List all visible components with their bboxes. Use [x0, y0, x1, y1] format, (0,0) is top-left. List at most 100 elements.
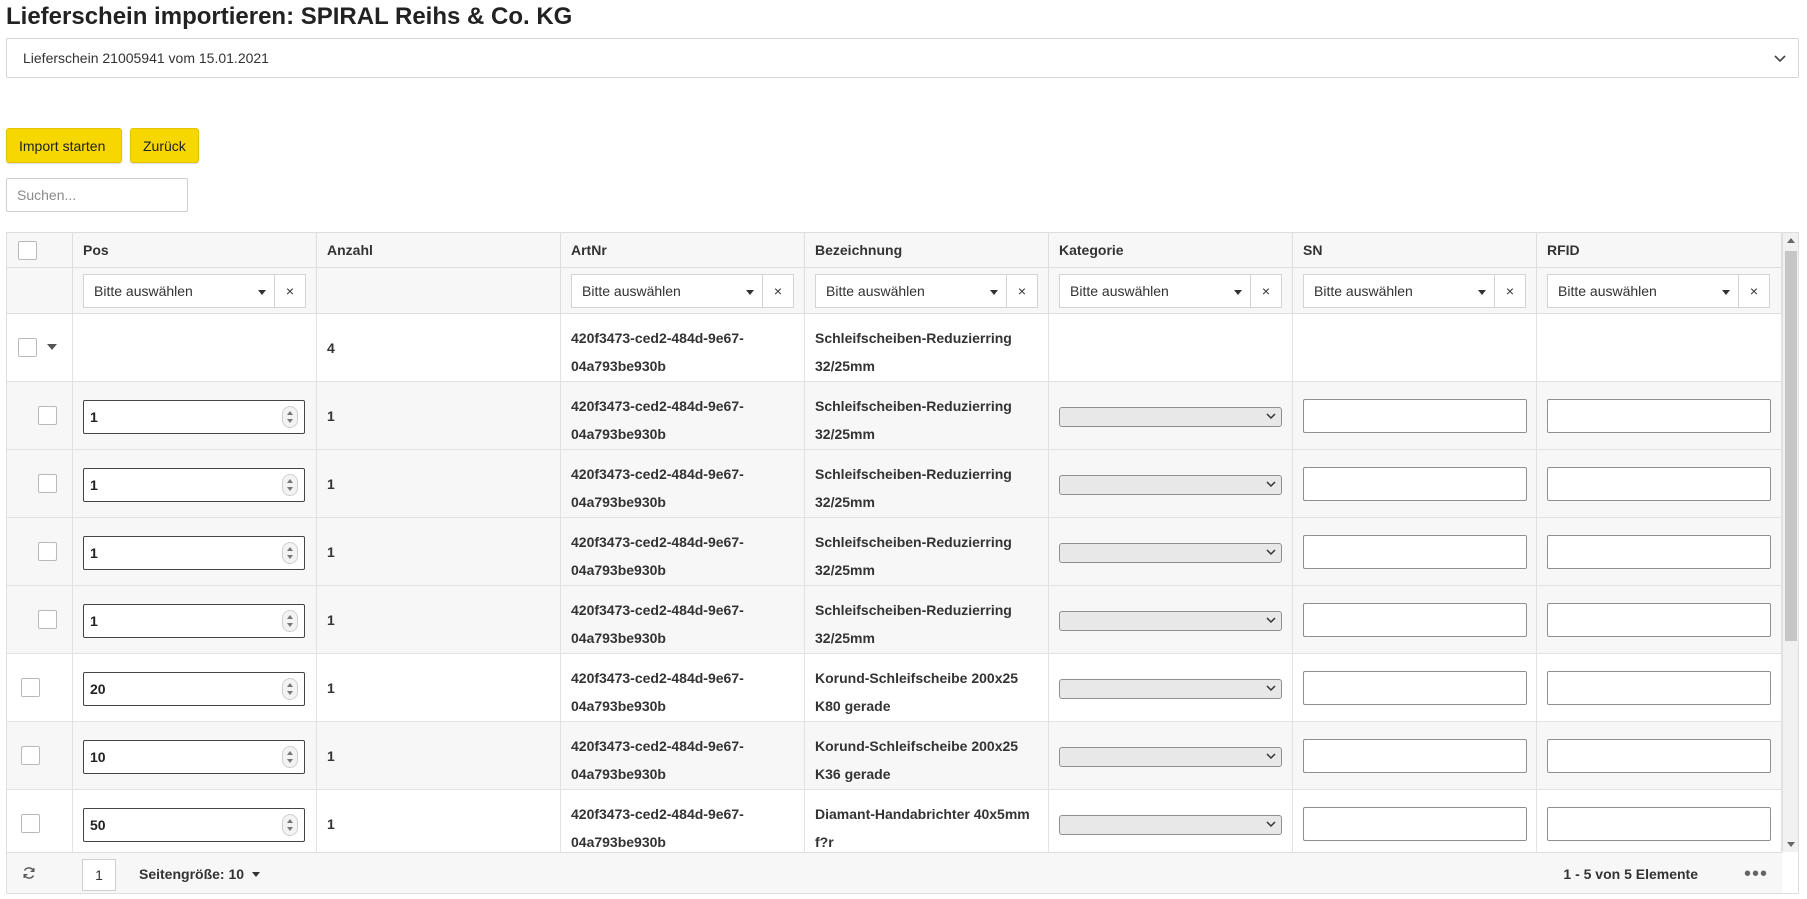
group-artnr-value: 420f3473-ced2-484d-9e67-04a793be930b — [571, 330, 744, 374]
row-select-cell — [7, 382, 73, 449]
pos-number-input[interactable]: 1 — [83, 604, 305, 638]
rfid-input[interactable] — [1547, 467, 1771, 501]
filter-sn-clear-button[interactable]: × — [1495, 274, 1526, 308]
filter-sn-dropdown[interactable]: Bitte auswählen — [1303, 274, 1495, 308]
delivery-note-select[interactable]: Lieferschein 21005941 vom 15.01.2021 — [6, 38, 1799, 78]
header-kategorie[interactable]: Kategorie — [1049, 233, 1293, 267]
spinner-icon[interactable] — [282, 746, 298, 768]
pos-number-input[interactable]: 50 — [83, 808, 305, 842]
filter-anzahl-cell — [317, 268, 561, 313]
filter-artnr-clear-button[interactable]: × — [763, 274, 794, 308]
artnr-value: 420f3473-ced2-484d-9e67-04a793be930b — [571, 670, 744, 714]
spinner-icon[interactable] — [282, 406, 298, 428]
scrollbar-thumb[interactable] — [1785, 251, 1797, 641]
spinner-icon[interactable] — [282, 678, 298, 700]
rfid-input[interactable] — [1547, 807, 1771, 841]
row-checkbox[interactable] — [38, 406, 57, 425]
pos-value: 20 — [90, 681, 106, 697]
filter-kategorie-dropdown[interactable]: Bitte auswählen — [1059, 274, 1251, 308]
filter-bezeichnung-label: Bitte auswählen — [826, 283, 925, 299]
select-all-checkbox[interactable] — [18, 240, 37, 260]
rfid-input[interactable] — [1547, 399, 1771, 433]
sn-input[interactable] — [1303, 807, 1527, 841]
sn-input[interactable] — [1303, 739, 1527, 773]
import-grid: Pos Anzahl ArtNr Bezeichnung Kategorie S… — [6, 232, 1799, 894]
pos-number-input[interactable]: 1 — [83, 400, 305, 434]
row-checkbox[interactable] — [38, 474, 57, 493]
caret-down-icon — [1478, 290, 1486, 295]
sn-input[interactable] — [1303, 467, 1527, 501]
kategorie-select[interactable] — [1059, 747, 1282, 767]
filter-kategorie-label: Bitte auswählen — [1070, 283, 1169, 299]
group-checkbox[interactable] — [18, 338, 37, 357]
search-input[interactable] — [6, 178, 188, 212]
header-rfid[interactable]: RFID — [1537, 233, 1782, 267]
more-icon[interactable]: ••• — [1744, 853, 1768, 893]
sn-input[interactable] — [1303, 603, 1527, 637]
page-size-dropdown[interactable]: Seitengröße: 10 — [139, 853, 261, 893]
rfid-input[interactable] — [1547, 603, 1771, 637]
filter-kategorie-clear-button[interactable]: × — [1251, 274, 1282, 308]
row-select-cell — [7, 790, 73, 852]
row-checkbox[interactable] — [38, 610, 57, 629]
row-artnr-cell: 420f3473-ced2-484d-9e67-04a793be930b — [561, 450, 805, 517]
spinner-icon[interactable] — [282, 474, 298, 496]
header-bezeichnung[interactable]: Bezeichnung — [805, 233, 1049, 267]
spinner-icon[interactable] — [282, 542, 298, 564]
filter-artnr-cell: Bitte auswählen × — [561, 268, 805, 313]
group-rfid-cell — [1537, 314, 1782, 381]
filter-rfid-clear-button[interactable]: × — [1739, 274, 1770, 308]
sn-input[interactable] — [1303, 671, 1527, 705]
filter-bezeichnung-dropdown[interactable]: Bitte auswählen — [815, 274, 1007, 308]
sn-input[interactable] — [1303, 535, 1527, 569]
header-sn[interactable]: SN — [1293, 233, 1537, 267]
header-pos[interactable]: Pos — [73, 233, 317, 267]
current-page-button[interactable]: 1 — [82, 859, 116, 891]
header-anzahl[interactable]: Anzahl — [317, 233, 561, 267]
scroll-down-arrow-icon[interactable] — [1787, 842, 1795, 847]
filter-pos-cell: Bitte auswählen × — [73, 268, 317, 313]
row-bezeichnung-cell: Schleifscheiben-Reduzierring 32/25mm — [805, 518, 1049, 585]
grid-filter-row: Bitte auswählen × Bitte auswählen × Bitt… — [7, 268, 1782, 314]
kategorie-select[interactable] — [1059, 407, 1282, 427]
pos-number-input[interactable]: 1 — [83, 536, 305, 570]
filter-bezeichnung-clear-button[interactable]: × — [1007, 274, 1038, 308]
kategorie-select[interactable] — [1059, 475, 1282, 495]
scroll-up-arrow-icon[interactable] — [1787, 238, 1795, 243]
expand-caret-icon[interactable] — [47, 344, 57, 350]
row-checkbox[interactable] — [21, 814, 40, 833]
row-artnr-cell: 420f3473-ced2-484d-9e67-04a793be930b — [561, 518, 805, 585]
refresh-icon[interactable] — [21, 865, 37, 881]
import-start-button[interactable]: Import starten — [6, 128, 122, 163]
caret-down-icon — [252, 871, 261, 877]
vertical-scrollbar[interactable] — [1782, 233, 1798, 852]
kategorie-select[interactable] — [1059, 611, 1282, 631]
delivery-note-select-value: Lieferschein 21005941 vom 15.01.2021 — [23, 50, 269, 66]
group-sn-cell — [1293, 314, 1537, 381]
kategorie-select[interactable] — [1059, 543, 1282, 563]
filter-artnr-dropdown[interactable]: Bitte auswählen — [571, 274, 763, 308]
spinner-icon[interactable] — [282, 814, 298, 836]
filter-pos-dropdown[interactable]: Bitte auswählen — [83, 274, 275, 308]
sn-input[interactable] — [1303, 399, 1527, 433]
artnr-value: 420f3473-ced2-484d-9e67-04a793be930b — [571, 534, 744, 578]
back-button[interactable]: Zurück — [130, 128, 199, 163]
spinner-icon[interactable] — [282, 610, 298, 632]
kategorie-select[interactable] — [1059, 679, 1282, 699]
header-artnr[interactable]: ArtNr — [561, 233, 805, 267]
rfid-input[interactable] — [1547, 671, 1771, 705]
kategorie-select[interactable] — [1059, 815, 1282, 835]
row-checkbox[interactable] — [21, 678, 40, 697]
anzahl-value: 1 — [327, 815, 335, 832]
filter-pos-clear-button[interactable]: × — [275, 274, 306, 308]
pos-number-input[interactable]: 20 — [83, 672, 305, 706]
row-checkbox[interactable] — [21, 746, 40, 765]
pos-number-input[interactable]: 1 — [83, 468, 305, 502]
filter-rfid-dropdown[interactable]: Bitte auswählen — [1547, 274, 1739, 308]
pos-value: 1 — [90, 613, 98, 629]
filter-sn-cell: Bitte auswählen × — [1293, 268, 1537, 313]
pos-number-input[interactable]: 10 — [83, 740, 305, 774]
rfid-input[interactable] — [1547, 739, 1771, 773]
rfid-input[interactable] — [1547, 535, 1771, 569]
row-checkbox[interactable] — [38, 542, 57, 561]
